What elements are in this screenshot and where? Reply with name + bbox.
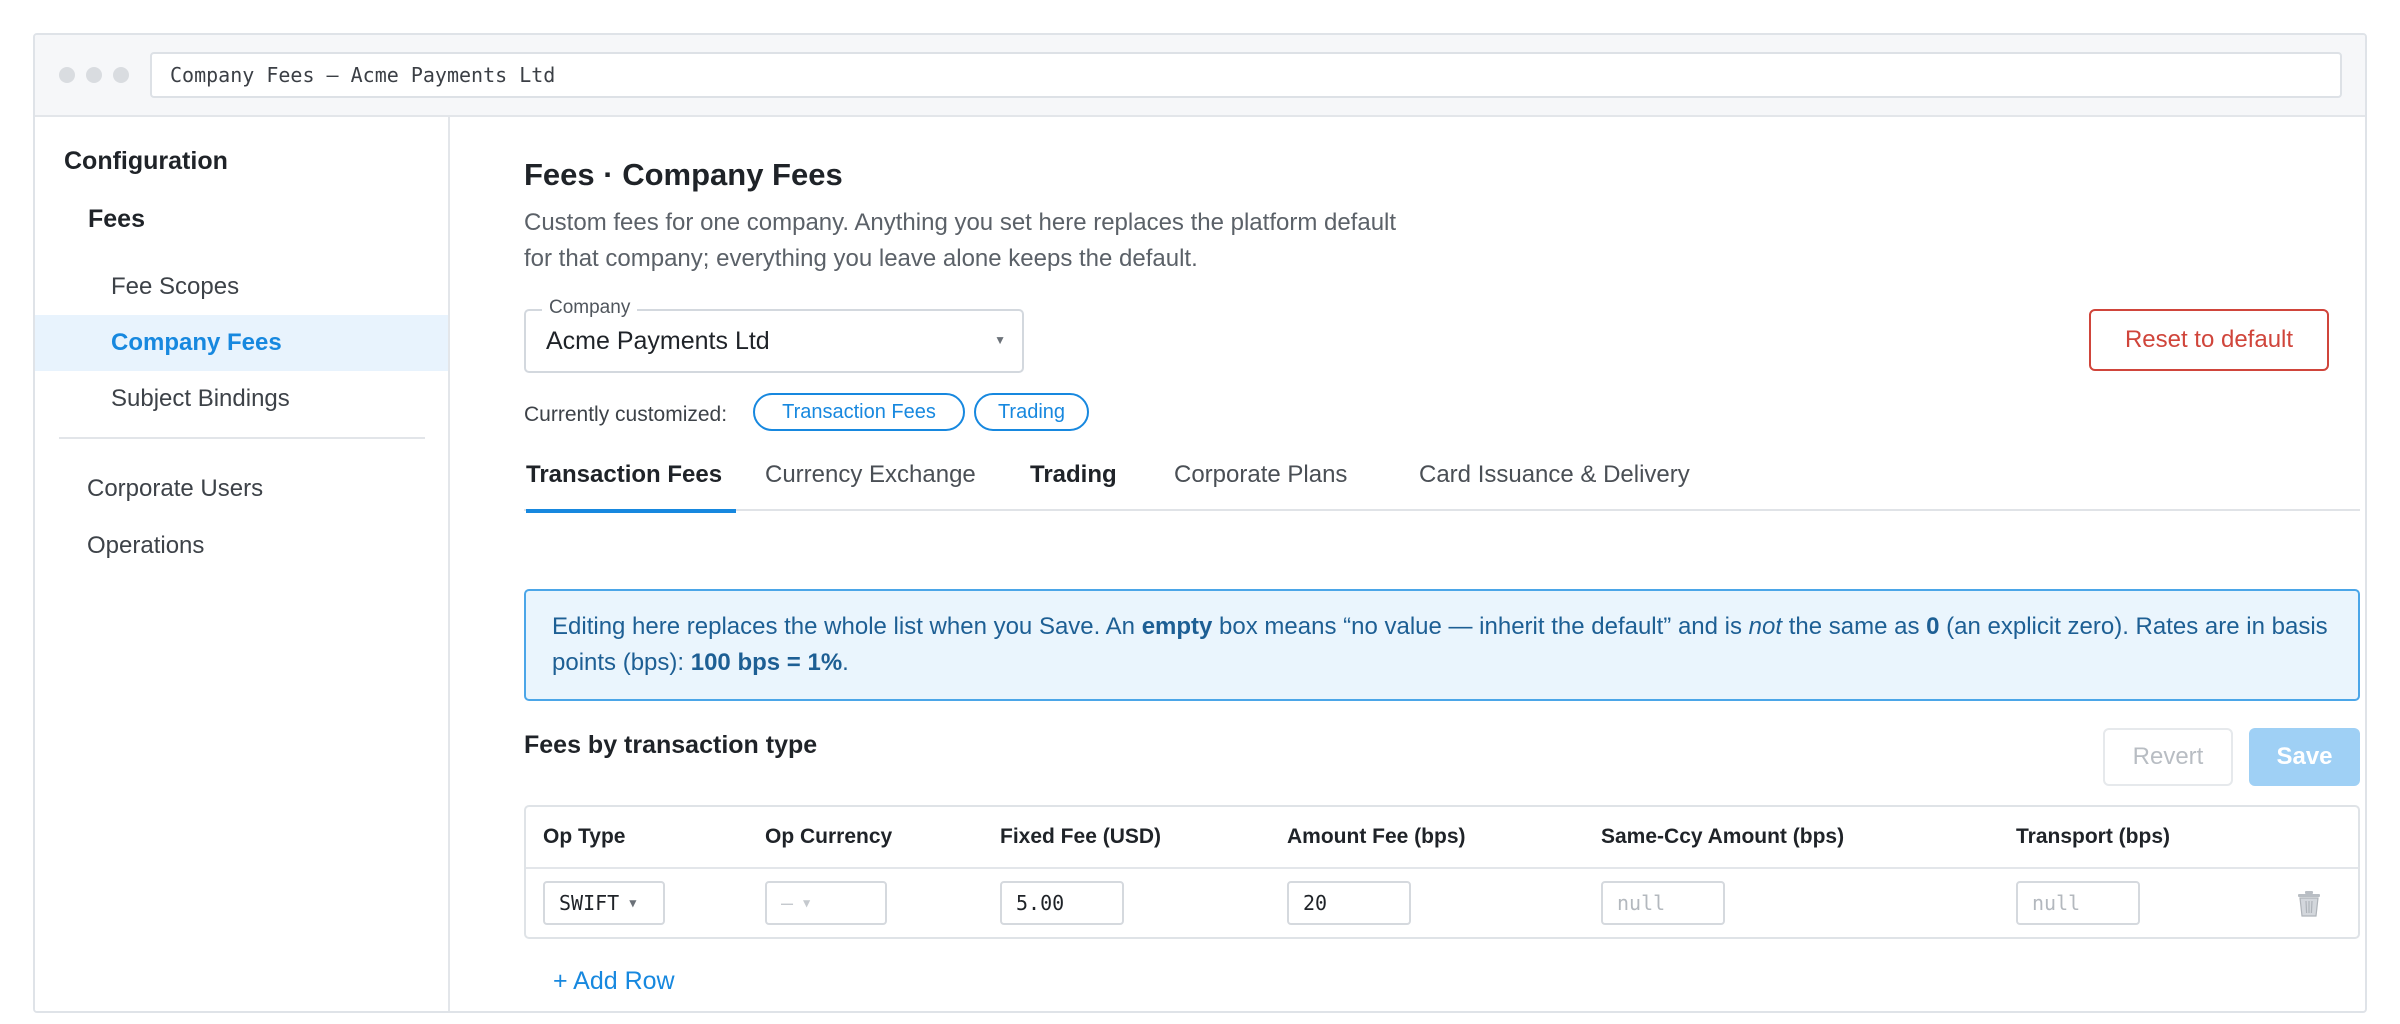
sidebar-item-company-fees[interactable]: Company Fees — [35, 315, 448, 371]
app-window: Company Fees — Acme Payments Ltd Configu… — [33, 33, 2367, 1013]
sidebar-item-label: Corporate Users — [87, 475, 264, 502]
address-bar[interactable]: Company Fees — Acme Payments Ltd — [150, 52, 2342, 98]
info-emphasis: not — [1748, 613, 1783, 640]
chevron-down-icon: ▼ — [629, 896, 637, 910]
same-ccy-amount-input[interactable] — [1601, 881, 1725, 925]
chevron-down-icon: ▼ — [994, 333, 1006, 347]
main-content: Fees · Company Fees Custom fees for one … — [451, 117, 2365, 1011]
tab-card-issuance-delivery[interactable]: Card Issuance & Delivery — [1419, 461, 1690, 509]
amount-fee-cell — [1287, 881, 1411, 925]
sidebar-item-operations[interactable]: Operations — [35, 518, 448, 574]
column-header-amount-fee: Amount Fee (bps) — [1287, 825, 1466, 848]
save-button[interactable]: Save — [2249, 728, 2360, 786]
info-banner: Editing here replaces the whole list whe… — [524, 589, 2360, 701]
info-text: . — [842, 649, 849, 676]
info-emphasis: empty — [1141, 613, 1213, 640]
window-minimize-dot[interactable] — [86, 67, 102, 83]
window-close-dot[interactable] — [59, 67, 75, 83]
op-currency-cell: — ▼ — [765, 881, 887, 925]
company-select-label: Company — [542, 297, 638, 319]
customized-chip-transaction-fees[interactable]: Transaction Fees — [753, 393, 965, 431]
title-bar: Company Fees — Acme Payments Ltd — [35, 35, 2365, 117]
info-text: box means “no value — inherit the defaul… — [1212, 613, 1749, 640]
page-description-line: Custom fees for one company. Anything yo… — [524, 209, 1397, 236]
company-select-value: Acme Payments Ltd — [546, 327, 770, 355]
trash-icon[interactable] — [2297, 891, 2321, 917]
fee-tabs: Transaction Fees Currency Exchange Tradi… — [524, 461, 2360, 513]
info-emphasis: 0 — [1926, 613, 1940, 640]
op-type-cell: SWIFT ▼ — [543, 881, 665, 925]
column-header-fixed-fee: Fixed Fee (USD) — [1000, 825, 1162, 848]
same-ccy-amount-cell — [1601, 881, 1725, 925]
column-header-op-type: Op Type — [543, 825, 626, 848]
customized-label: Currently customized: — [524, 403, 728, 426]
fees-table: Op Type Op Currency Fixed Fee (USD) Amou… — [524, 805, 2360, 939]
customized-chip-trading[interactable]: Trading — [974, 393, 1089, 431]
transport-cell — [2016, 881, 2140, 925]
sidebar-item-label: Subject Bindings — [111, 385, 290, 412]
sidebar-header: Configuration — [64, 147, 228, 175]
op-type-value: SWIFT — [559, 891, 620, 915]
op-currency-select: — ▼ — [765, 881, 887, 925]
column-header-op-currency: Op Currency — [765, 825, 893, 848]
tab-currency-exchange[interactable]: Currency Exchange — [765, 461, 976, 509]
amount-fee-input[interactable] — [1287, 881, 1411, 925]
info-text: the same as — [1782, 613, 1927, 640]
revert-button[interactable]: Revert — [2103, 728, 2233, 786]
transport-input[interactable] — [2016, 881, 2140, 925]
tab-trading[interactable]: Trading — [1030, 461, 1117, 509]
sidebar: Configuration Fees Fee Scopes Company Fe… — [35, 117, 450, 1011]
add-row-button[interactable]: + Add Row — [553, 967, 675, 996]
info-text: Editing here replaces the whole list whe… — [552, 613, 1142, 640]
column-header-transport: Transport (bps) — [2016, 825, 2171, 848]
sidebar-item-label: Company Fees — [111, 329, 282, 356]
op-currency-value: — — [781, 891, 794, 915]
company-select[interactable]: Company Acme Payments Ltd ▼ — [524, 297, 1024, 373]
sidebar-item-subject-bindings[interactable]: Subject Bindings — [35, 371, 448, 427]
column-header-same-ccy-amount: Same-Ccy Amount (bps) — [1601, 825, 1845, 848]
table-header-row: Op Type Op Currency Fixed Fee (USD) Amou… — [526, 807, 2358, 869]
page-description: Custom fees for one company. Anything yo… — [524, 205, 1484, 277]
reset-to-default-button[interactable]: Reset to default — [2089, 309, 2329, 371]
page-description-line: for that company; everything you leave a… — [524, 245, 1198, 272]
tab-transaction-fees[interactable]: Transaction Fees — [526, 461, 736, 513]
sidebar-item-fee-scopes[interactable]: Fee Scopes — [35, 259, 448, 315]
sidebar-item-label: Operations — [87, 532, 205, 559]
chevron-down-icon: ▼ — [803, 896, 811, 910]
sidebar-item-corporate-users[interactable]: Corporate Users — [35, 461, 448, 517]
page-title: Fees · Company Fees — [524, 157, 843, 192]
sidebar-item-label: Fee Scopes — [111, 273, 240, 300]
window-zoom-dot[interactable] — [113, 67, 129, 83]
fixed-fee-cell — [1000, 881, 1124, 925]
info-emphasis: 100 bps = 1% — [690, 649, 843, 676]
section-title: Fees by transaction type — [524, 731, 818, 759]
fixed-fee-input[interactable] — [1000, 881, 1124, 925]
sidebar-section-fees[interactable]: Fees — [88, 205, 145, 234]
op-type-select[interactable]: SWIFT ▼ — [543, 881, 665, 925]
tab-corporate-plans[interactable]: Corporate Plans — [1174, 461, 1347, 509]
sidebar-divider — [59, 437, 425, 439]
